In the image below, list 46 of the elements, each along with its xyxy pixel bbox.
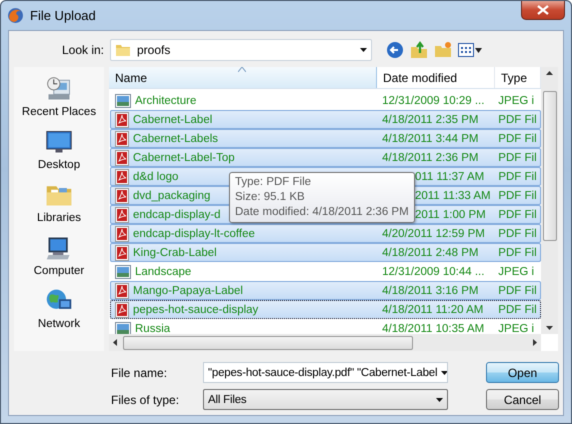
window-title: File Upload	[30, 8, 96, 23]
date-modified: 12/31/2009 10:29 ...	[382, 94, 484, 106]
file-name: Mango-Papaya-Label	[133, 284, 243, 296]
file-name: King-Crab-Label	[133, 246, 217, 258]
date-modified: 4/18/2011 2:36 PM	[382, 152, 478, 164]
tooltip-line: Type: PDF File	[235, 175, 312, 190]
date-modified: 4/18/2011 10:35 AM	[382, 322, 484, 334]
file-name: pepes-hot-sauce-display	[133, 304, 258, 316]
date-modified: 12/31/2009 10:44 ...	[382, 266, 484, 278]
file-type: PDF Fil	[498, 208, 537, 220]
date-modified: 4/18/2011 2:35 PM	[382, 114, 478, 126]
file-name: endcap-display-d	[133, 208, 221, 220]
file-type: PDF Fil	[498, 228, 537, 240]
file-type: PDF Fil	[498, 190, 537, 202]
file-name: d&d logo	[133, 170, 178, 182]
file-type: JPEG i	[498, 266, 534, 278]
file-name: Architecture	[135, 94, 196, 106]
file-type: PDF Fil	[498, 152, 537, 164]
file-name: Russia	[135, 322, 170, 334]
file-type: PDF Fil	[498, 284, 537, 296]
file-type: PDF Fil	[498, 304, 537, 316]
file-name: dvd_packaging	[133, 190, 210, 202]
file-type: PDF Fil	[498, 132, 537, 144]
file-name: endcap-display-lt-coffee	[133, 228, 255, 240]
file-type: PDF Fil	[498, 114, 537, 126]
file-name: Cabernet-Label	[133, 114, 212, 126]
date-modified: 4/18/2011 3:16 PM	[382, 284, 478, 296]
file-type: PDF Fil	[498, 246, 537, 258]
file-type: JPEG i	[498, 94, 534, 106]
tooltip-line: Size: 95.1 KB	[235, 190, 306, 205]
date-modified: 4/18/2011 11:20 AM	[382, 304, 484, 316]
file-name: Cabernet-Label-Top	[133, 152, 235, 164]
tooltip-line: Date modified: 4/18/2011 2:36 PM	[235, 205, 409, 220]
file-name-label: File name:	[111, 366, 168, 380]
date-modified: 011 11:37 AM	[414, 170, 484, 182]
files-of-type-label: Files of type:	[111, 392, 180, 406]
look-in-label: Look in:	[60, 43, 105, 57]
date-modified: 2011 11:33 AM	[414, 190, 491, 202]
date-modified: 4/18/2011 2:48 PM	[382, 246, 478, 258]
date-modified: 4/20/2011 12:59 PM	[382, 228, 485, 240]
date-modified: 4/18/2011 3:44 PM	[382, 132, 478, 144]
file-name: Cabernet-Labels	[133, 132, 218, 144]
file-type: PDF Fil	[498, 170, 537, 182]
date-modified: 2011 1:00 PM	[414, 208, 486, 220]
file-type: JPEG i	[498, 322, 534, 334]
file-name: Landscape	[135, 266, 192, 278]
